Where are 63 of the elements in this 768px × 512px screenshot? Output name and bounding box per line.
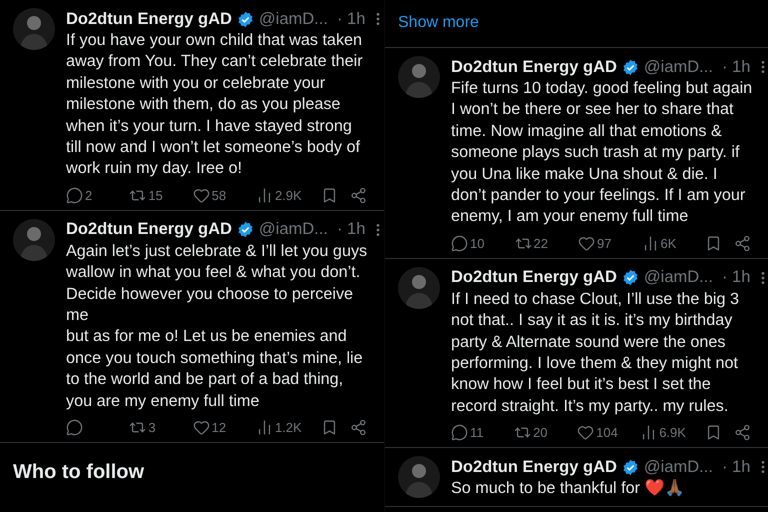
stat-count: 97	[597, 236, 612, 251]
bookmark-icon[interactable]	[705, 234, 722, 252]
avatar[interactable]	[398, 456, 440, 498]
tweet-text: Fife turns 10 today. good feeling but again I won’t be there or see her to share that time. Now imagine all that emotions & someone plays such trash at my party. if you Una like make Una shout & die. I don’t pander to your feelings. If I am your enemy, I am your enemy full time	[451, 78, 754, 228]
author-name[interactable]: Do2dtun Energy gAD	[451, 268, 617, 288]
author-name[interactable]: Do2dtun Energy gAD	[66, 220, 232, 240]
post-time: · 1h	[336, 10, 366, 28]
stat-count: 11	[470, 425, 484, 440]
reply-icon[interactable]	[66, 419, 83, 436]
tweet-text: So much to be thankful for ❤🙏🏾	[451, 478, 684, 500]
stat-count: 22	[534, 236, 548, 251]
reply-icon[interactable]	[451, 234, 468, 252]
share-icon[interactable]	[350, 419, 367, 436]
like-icon[interactable]	[192, 419, 210, 436]
author-name[interactable]: Do2dtun Energy gAD	[451, 58, 617, 76]
author-handle[interactable]: @iamD...	[644, 58, 713, 76]
share-icon[interactable]	[350, 186, 367, 204]
tweet-text: If I need to chase Clout, I’ll use the big 3 not that.. I say it as it is. it’s my birthday party & Alternate sound were the ones performing. I love them & they might not know how I feel but it’s best I set the record straight. It’s my party.. my rules.	[451, 288, 740, 417]
stat-count: 1.2K	[274, 420, 302, 436]
verified-badge-icon	[236, 221, 254, 238]
author-handle[interactable]: @iamD...	[258, 10, 328, 28]
verified-badge-icon	[622, 58, 639, 76]
share-icon[interactable]	[734, 234, 751, 252]
verified-badge-icon	[622, 269, 639, 286]
stat-count: 20	[533, 425, 548, 440]
stat-count: 104	[596, 425, 618, 440]
post-time: · 1h	[336, 220, 366, 240]
author-handle[interactable]: @iamD...	[644, 458, 713, 477]
post-time: · 1h	[722, 268, 750, 288]
author-name[interactable]: Do2dtun Energy gAD	[451, 458, 617, 477]
stat-count: 10	[470, 236, 484, 251]
stat-count: 2.9K	[274, 188, 302, 203]
stat-count: 15	[148, 188, 163, 203]
section-heading: Who to follow	[12, 460, 146, 486]
stat-count: 3	[148, 420, 156, 436]
author-handle[interactable]: @iamD...	[644, 268, 713, 288]
bookmark-icon[interactable]	[705, 424, 722, 442]
verified-badge-icon	[236, 10, 254, 28]
author-handle[interactable]: @iamD...	[258, 220, 328, 240]
avatar[interactable]	[398, 266, 440, 309]
avatar[interactable]	[398, 56, 440, 98]
reply-icon[interactable]	[66, 186, 83, 204]
avatar[interactable]	[13, 218, 55, 261]
like-icon[interactable]	[578, 234, 595, 252]
bookmark-icon[interactable]	[321, 419, 338, 436]
stat-count: 2	[85, 188, 92, 203]
like-icon[interactable]	[577, 424, 594, 442]
show-more-link[interactable]: Show more	[385, 0, 492, 47]
reply-icon[interactable]	[451, 424, 468, 442]
stat-count: 6.9K	[659, 425, 686, 440]
author-name[interactable]: Do2dtun Energy gAD	[66, 10, 232, 28]
stat-count: 12	[212, 420, 226, 436]
stat-count: 58	[212, 188, 226, 203]
post-time: · 1h	[722, 58, 750, 76]
stat-count: 6K	[660, 236, 676, 251]
like-icon[interactable]	[192, 186, 210, 204]
tweet-text: Again let’s just celebrate & I’ll let you guys wallow in what you feel & what you don’t. Decide however you choose to perceive me but as for me o! Let us be enemies and once you touch something that’s mine, lie to the world and be part of a bad thing, you are my enemy full time	[66, 240, 368, 412]
tweet-text: If you have your own child that was taken away from You. They can’t celebrate their milestone with you or celebrate your milestone with them, do as you please when it’s your turn. I have stayed strong till now and I won’t let someone’s body of work ruin my day. Iree o!	[66, 30, 364, 180]
share-icon[interactable]	[734, 424, 751, 442]
verified-badge-icon	[622, 458, 639, 476]
post-time: · 1h	[722, 458, 750, 477]
bookmark-icon[interactable]	[321, 186, 338, 204]
avatar[interactable]	[13, 8, 55, 50]
